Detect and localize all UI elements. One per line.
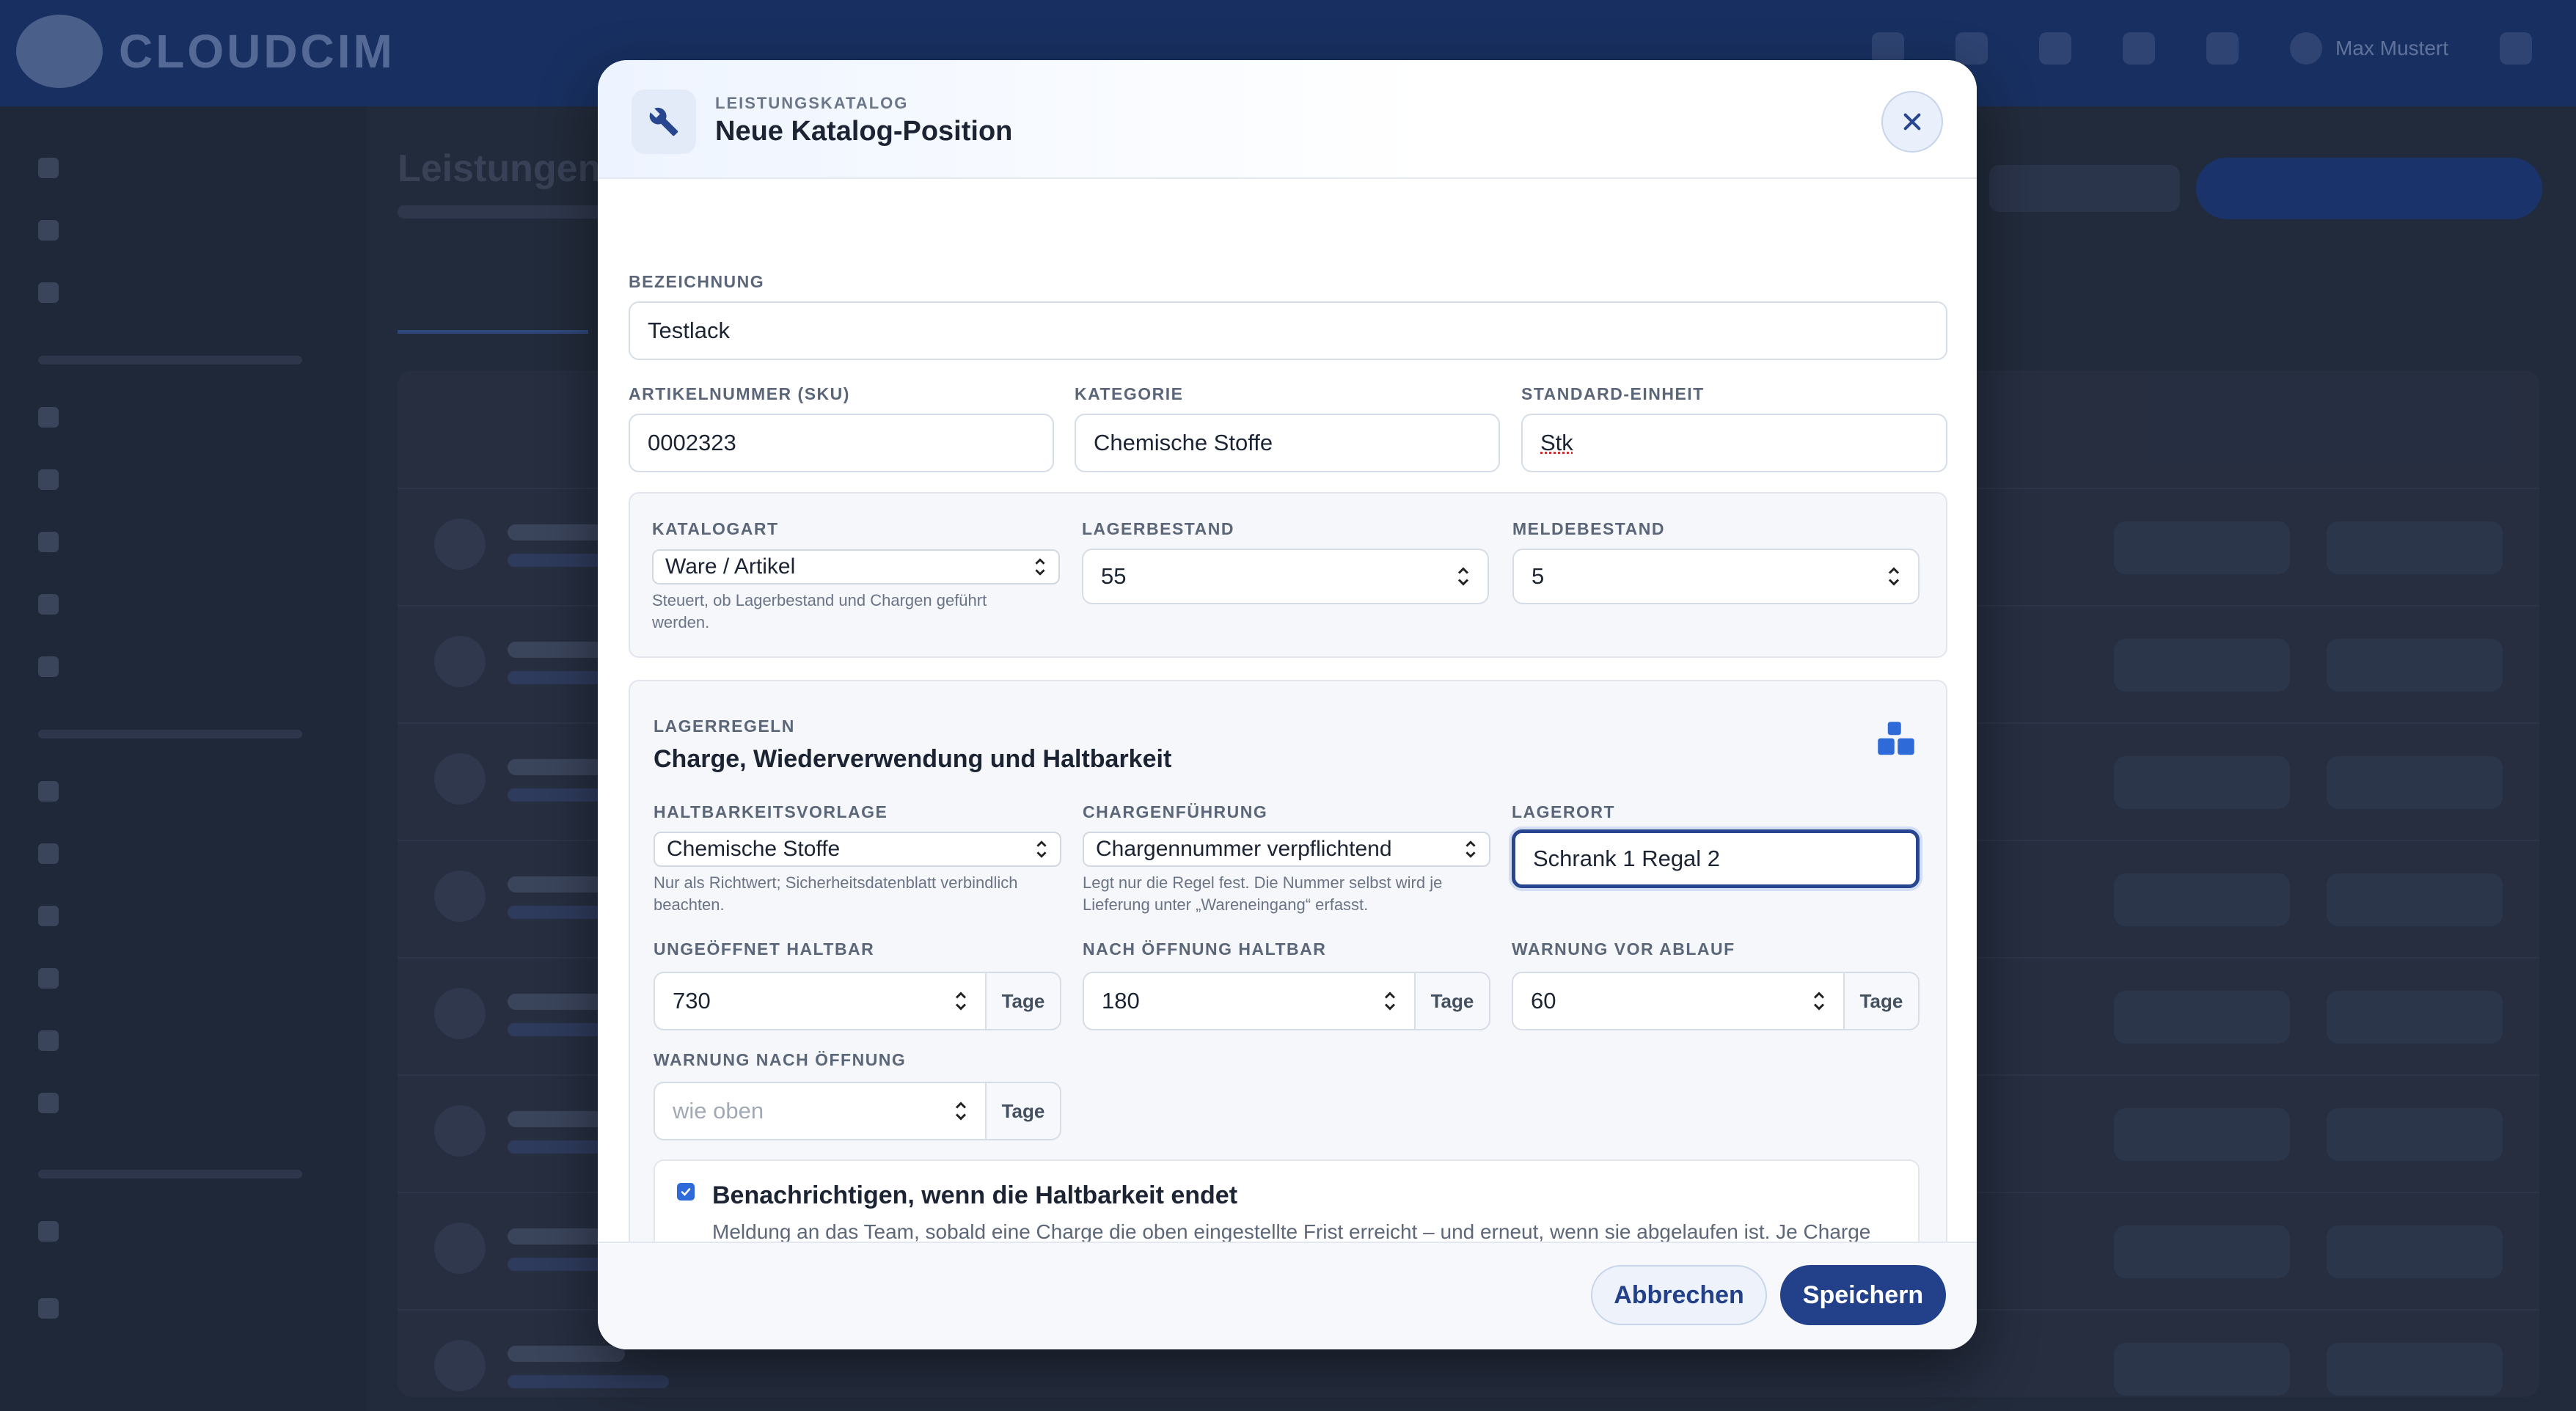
check-icon <box>681 1188 691 1196</box>
select-chevron-icon <box>1466 840 1476 858</box>
close-icon <box>1903 113 1921 131</box>
lagerort-label: LAGERORT <box>1512 802 1616 821</box>
bezeichnung-label: BEZEICHNUNG <box>629 272 765 291</box>
chargenfuehrung-hint: Legt nur die Regel fest. Die Nummer selb… <box>1083 873 1443 914</box>
unit-addon: Tage <box>985 1082 1061 1140</box>
catalog-position-dialog: LEISTUNGSKATALOG Neue Katalog-Position B… <box>598 60 1977 1349</box>
stepper-icon[interactable] <box>1887 565 1900 588</box>
lagerregeln-eyebrow: LAGERREGELN <box>654 717 795 736</box>
wrench-icon <box>632 89 696 154</box>
chargenfuehrung-label: CHARGENFÜHRUNG <box>1083 802 1268 821</box>
haltbarkeitsvorlage-select[interactable]: Chemische Stoffe <box>654 832 1061 867</box>
stepper-icon[interactable] <box>1457 565 1470 588</box>
save-button[interactable]: Speichern <box>1780 1265 1946 1325</box>
lagerort-input[interactable]: Schrank 1 Regal 2 <box>1512 829 1920 888</box>
sku-input[interactable]: 0002323 <box>629 414 1054 472</box>
close-button[interactable] <box>1881 91 1943 153</box>
chargenfuehrung-select[interactable]: Chargennummer verpflichtend <box>1083 832 1490 867</box>
lagerregeln-title: Charge, Wiederverwendung und Haltbarkeit <box>654 745 1172 773</box>
katalogart-label: KATALOGART <box>652 519 779 538</box>
warnung-oeffnung-label: WARNUNG NACH ÖFFNUNG <box>654 1050 907 1069</box>
dialog-eyebrow: LEISTUNGSKATALOG <box>715 94 909 112</box>
lagerbestand-input[interactable]: 55 <box>1082 549 1489 604</box>
nach-oeffnung-input[interactable]: 180 <box>1083 972 1416 1030</box>
select-chevron-icon <box>1035 558 1045 576</box>
katalogart-hint: Steuert, ob Lagerbestand und Chargen gef… <box>652 591 987 631</box>
meldebestand-label: MELDEBESTAND <box>1512 519 1665 538</box>
meldebestand-input[interactable]: 5 <box>1512 549 1920 604</box>
cancel-button[interactable]: Abbrechen <box>1591 1265 1767 1325</box>
ungeoeffnet-input[interactable]: 730 <box>654 972 987 1030</box>
kategorie-label: KATEGORIE <box>1075 384 1184 403</box>
warnung-oeffnung-input[interactable]: wie oben <box>654 1082 987 1140</box>
sku-label: ARTIKELNUMMER (SKU) <box>629 384 850 403</box>
notify-checkbox[interactable] <box>677 1183 695 1201</box>
dialog-body: BEZEICHNUNG Testlack ARTIKELNUMMER (SKU)… <box>598 179 1977 1304</box>
unit-addon: Tage <box>1414 972 1490 1030</box>
bezeichnung-input[interactable]: Testlack <box>629 301 1947 360</box>
stepper-icon[interactable] <box>954 989 967 1013</box>
ungeoeffnet-label: UNGEÖFFNET HALTBAR <box>654 939 875 959</box>
unit-addon: Tage <box>985 972 1061 1030</box>
haltbarkeitsvorlage-label: HALTBARKEITSVORLAGE <box>654 802 888 821</box>
stepper-icon[interactable] <box>1383 989 1397 1013</box>
katalogart-select[interactable]: Ware / Artikel <box>652 549 1060 584</box>
lagerbestand-label: LAGERBESTAND <box>1082 519 1234 538</box>
stepper-icon[interactable] <box>1812 989 1826 1013</box>
einheit-label: STANDARD-EINHEIT <box>1521 384 1705 403</box>
unit-addon: Tage <box>1843 972 1920 1030</box>
kategorie-input[interactable]: Chemische Stoffe <box>1075 414 1500 472</box>
select-chevron-icon <box>1036 840 1047 858</box>
nach-oeffnung-label: NACH ÖFFNUNG HALTBAR <box>1083 939 1327 959</box>
warnung-ablauf-input[interactable]: 60 <box>1512 972 1845 1030</box>
stepper-icon[interactable] <box>954 1099 967 1123</box>
notify-title: Benachrichtigen, wenn die Haltbarkeit en… <box>712 1181 1238 1209</box>
dialog-header: LEISTUNGSKATALOG Neue Katalog-Position <box>598 60 1977 179</box>
einheit-input[interactable]: Stk <box>1521 414 1947 472</box>
boxes-icon <box>1876 720 1916 763</box>
warnung-ablauf-label: WARNUNG VOR ABLAUF <box>1512 939 1735 959</box>
dialog-title: Neue Katalog-Position <box>715 116 1013 147</box>
dialog-footer: Abbrechen Speichern <box>598 1242 1977 1349</box>
haltbarkeitsvorlage-hint: Nur als Richtwert; Sicherheitsdatenblatt… <box>654 873 1018 914</box>
